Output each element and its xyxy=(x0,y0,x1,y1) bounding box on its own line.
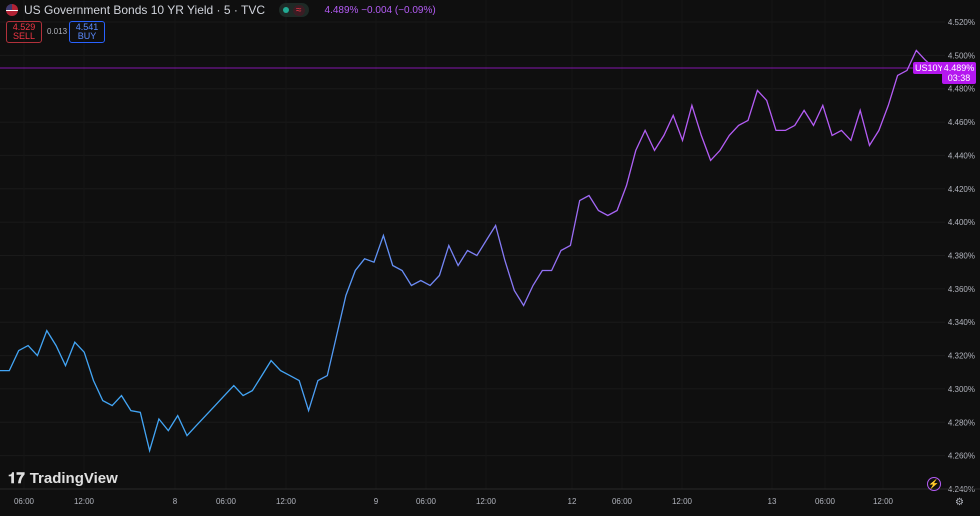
market-open-dot-icon xyxy=(283,7,290,13)
symbol-price-tag: US10Y xyxy=(913,62,946,74)
y-tick-label: 4.300% xyxy=(948,385,975,394)
y-tick-label: 4.440% xyxy=(948,151,975,160)
y-tick-label: 4.320% xyxy=(948,352,975,361)
symbol-header: US Government Bonds 10 YR Yield · 5 · TV… xyxy=(6,3,436,17)
x-tick-label: 06:00 xyxy=(14,497,35,506)
delayed-data-icon: ≈ xyxy=(293,4,305,16)
x-tick-label: 12 xyxy=(568,497,577,506)
x-tick-label: 06:00 xyxy=(416,497,437,506)
market-status[interactable]: ≈ xyxy=(279,3,309,17)
x-tick-label: 12:00 xyxy=(276,497,297,506)
x-tick-label: 12:00 xyxy=(672,497,693,506)
y-tick-label: 4.260% xyxy=(948,452,975,461)
sell-button[interactable]: 4.529 SELL xyxy=(6,21,42,43)
x-tick-label: 12:00 xyxy=(74,497,95,506)
settings-gear-icon[interactable]: ⚙ xyxy=(955,497,964,508)
lightning-icon[interactable]: ⚡ xyxy=(927,477,941,491)
x-tick-label: 12:00 xyxy=(476,497,497,506)
chart-widget: 4.240% 4.260% 4.280% 4.300% 4.320% 4.340% 4.36… xyxy=(0,0,980,516)
yield-line xyxy=(0,49,936,454)
symbol-title[interactable]: US Government Bonds 10 YR Yield · 5 · TV… xyxy=(24,3,265,17)
y-tick-label: 4.420% xyxy=(948,185,975,194)
buy-button[interactable]: 4.541 BUY xyxy=(69,21,105,43)
x-tick-label: 06:00 xyxy=(815,497,836,506)
us-flag-icon xyxy=(6,4,18,16)
y-tick-label: 4.360% xyxy=(948,285,975,294)
x-tick-label: 12:00 xyxy=(873,497,894,506)
x-tick-label: 9 xyxy=(374,497,379,506)
last-price-label: 4.489% 03:38 xyxy=(942,62,976,84)
y-tick-label: 4.280% xyxy=(948,418,975,427)
y-tick-label: 4.400% xyxy=(948,218,975,227)
y-tick-label: 4.460% xyxy=(948,118,975,127)
y-tick-label: 4.340% xyxy=(948,318,975,327)
x-tick-label: 13 xyxy=(768,497,777,506)
y-tick-label: 4.520% xyxy=(948,18,975,27)
x-tick-label: 8 xyxy=(173,497,178,506)
spread-value: 0.013 xyxy=(47,27,68,36)
x-tick-label: 06:00 xyxy=(612,497,633,506)
x-tick-label: 06:00 xyxy=(216,497,237,506)
y-tick-label: 4.500% xyxy=(948,51,975,60)
price-chart[interactable]: 4.240%4.260%4.280%4.300%4.320%4.340%4.36… xyxy=(0,0,980,516)
tv-logo-icon: 𝟏𝟕 xyxy=(8,470,25,487)
y-tick-label: 4.380% xyxy=(948,252,975,261)
last-quote: 4.489% −0.004 (−0.09%) xyxy=(324,4,436,16)
tradingview-logo[interactable]: 𝟏𝟕 TradingView xyxy=(8,470,118,487)
y-tick-label: 4.480% xyxy=(948,85,975,94)
